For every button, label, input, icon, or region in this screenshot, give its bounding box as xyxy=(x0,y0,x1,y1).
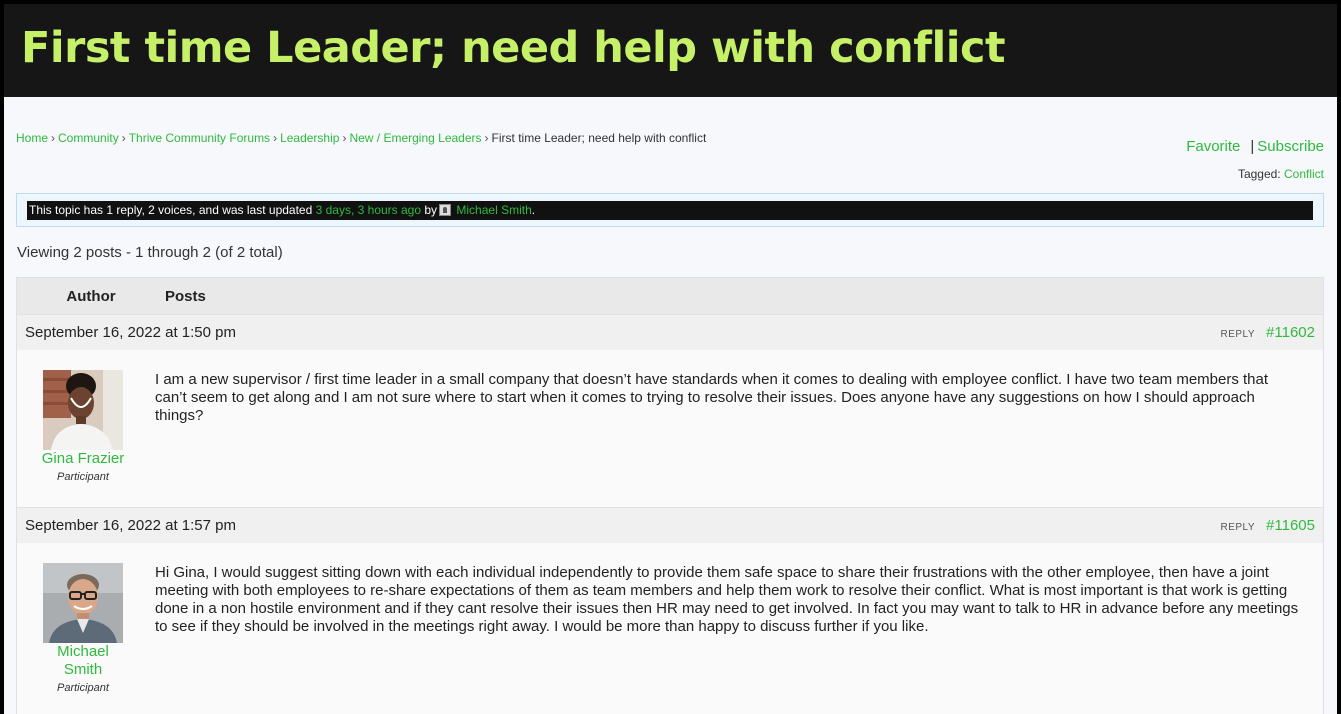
avatar[interactable] xyxy=(43,370,123,450)
breadcrumb-leadership[interactable]: Leadership xyxy=(280,131,339,145)
actions-divider: | xyxy=(1250,138,1255,155)
breadcrumb-separator: › xyxy=(51,131,56,145)
topic-actions: Favorite | Subscribe xyxy=(1186,138,1324,155)
tag-conflict-link[interactable]: Conflict xyxy=(1284,167,1324,181)
author-name-link[interactable]: Gina Frazier xyxy=(17,450,149,468)
reply-link[interactable]: REPLY xyxy=(1220,329,1255,340)
breadcrumb-separator: › xyxy=(273,131,278,145)
tags-label: Tagged: xyxy=(1237,167,1281,181)
avatar[interactable] xyxy=(43,563,123,643)
topic-info-by: by xyxy=(424,203,438,217)
topic-info-bar: This topic has 1 reply, 2 voices, and wa… xyxy=(27,201,1313,220)
favorite-link[interactable]: Favorite xyxy=(1186,138,1240,155)
post-author: Gina Frazier Participant xyxy=(17,370,149,507)
page-frame: First time Leader; need help with confli… xyxy=(4,4,1337,714)
author-role: Participant xyxy=(57,682,109,694)
post-date: September 16, 2022 at 1:50 pm xyxy=(25,324,236,341)
last-author-link[interactable]: Michael Smith xyxy=(456,203,531,217)
post-content: I am a new supervisor / first time leade… xyxy=(155,371,1269,424)
breadcrumb-new-emerging-leaders[interactable]: New / Emerging Leaders xyxy=(349,131,481,145)
author-column-header: Author xyxy=(66,287,116,305)
post-header: September 16, 2022 at 1:50 pm REPLY #116… xyxy=(17,314,1323,350)
breadcrumb-current: First time Leader; need help with confli… xyxy=(491,131,707,145)
avatar-image xyxy=(43,370,123,450)
author-role: Participant xyxy=(57,471,109,483)
post-content: Hi Gina, I would suggest sitting down wi… xyxy=(155,564,1299,635)
post-header: September 16, 2022 at 1:57 pm REPLY #116… xyxy=(17,507,1323,543)
user-avatar-icon xyxy=(439,204,452,216)
reply-link[interactable]: REPLY xyxy=(1220,522,1255,533)
page-title: First time Leader; need help with confli… xyxy=(21,22,1006,73)
forum-table-header: Author Posts xyxy=(17,278,1323,314)
breadcrumb-home[interactable]: Home xyxy=(16,131,48,145)
forum-posts: Author Posts September 16, 2022 at 1:50 … xyxy=(16,277,1324,714)
topic-tags: Tagged: Conflict xyxy=(1238,167,1324,181)
breadcrumb-separator: › xyxy=(484,131,489,145)
topic-info-text: This topic has 1 reply, 2 voices, and wa… xyxy=(29,203,313,217)
post-permalink[interactable]: #11605 xyxy=(1266,517,1315,534)
posts-column-header: Posts xyxy=(165,287,206,305)
breadcrumb-community[interactable]: Community xyxy=(58,131,119,145)
breadcrumb-thrive-community-forums[interactable]: Thrive Community Forums xyxy=(129,131,270,145)
post-date: September 16, 2022 at 1:57 pm xyxy=(25,517,236,534)
post-body: Michael Smith Participant Hi Gina, I wou… xyxy=(17,543,1323,714)
author-name-link[interactable]: Michael Smith xyxy=(43,643,123,679)
post-body: Gina Frazier Participant I am a new supe… xyxy=(17,350,1323,507)
topic-info-period: . xyxy=(531,203,536,217)
pagination-count: Viewing 2 posts - 1 through 2 (of 2 tota… xyxy=(17,244,283,261)
post-permalink[interactable]: #11602 xyxy=(1266,324,1315,341)
breadcrumb-separator: › xyxy=(121,131,126,145)
forum-post: September 16, 2022 at 1:50 pm REPLY #116… xyxy=(17,314,1323,507)
post-author: Michael Smith Participant xyxy=(17,563,149,714)
subscribe-link[interactable]: Subscribe xyxy=(1257,138,1324,155)
avatar-image xyxy=(43,563,123,643)
freshness-link[interactable]: 3 days, 3 hours ago xyxy=(316,203,421,217)
page-header: First time Leader; need help with confli… xyxy=(4,4,1337,97)
forum-post: September 16, 2022 at 1:57 pm REPLY #116… xyxy=(17,507,1323,714)
breadcrumb: Home › Community › Thrive Community Forums › L… xyxy=(16,131,706,145)
breadcrumb-separator: › xyxy=(342,131,347,145)
topic-info-box: This topic has 1 reply, 2 voices, and wa… xyxy=(16,193,1324,227)
